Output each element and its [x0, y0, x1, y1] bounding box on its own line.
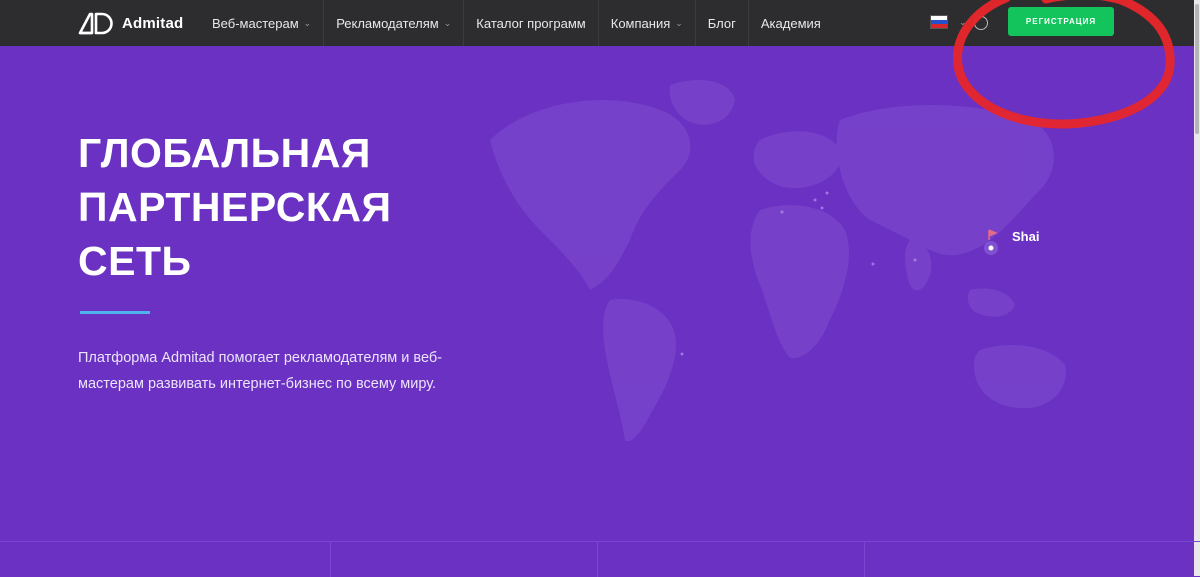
feature-cards-row	[0, 541, 1200, 577]
chevron-down-icon: ⌄	[303, 17, 312, 28]
logo-text: Admitad	[122, 14, 184, 32]
hero-title-line: ПАРТНЕРСКАЯ	[78, 184, 392, 230]
chevron-down-icon: ⌄	[959, 16, 967, 27]
hero-title-line: ГЛОБАЛЬНАЯ	[78, 130, 371, 176]
map-city-label: Shai	[1012, 229, 1040, 244]
feature-card	[0, 542, 331, 577]
accent-divider	[80, 311, 150, 314]
chevron-down-icon: ⌄	[675, 17, 683, 28]
hero-description: Платформа Admitad помогает рекламодателя…	[78, 350, 443, 392]
nav-item-company[interactable]: Компания ⌄	[597, 0, 695, 46]
world-map-illustration	[490, 80, 1066, 442]
scrollbar[interactable]	[1194, 0, 1200, 576]
hero-title-line: СЕТЬ	[78, 238, 192, 284]
admitad-logo-icon	[78, 12, 113, 35]
feature-card	[331, 542, 598, 577]
top-navigation-bar: Admitad Веб-мастерам ⌄ Рекламодателям ⌄ …	[0, 0, 1200, 46]
globe-icon[interactable]	[974, 16, 988, 30]
nav-item-webmasters[interactable]: Веб-мастерам ⌄	[200, 0, 323, 46]
nav-item-advertisers[interactable]: Рекламодателям ⌄	[323, 0, 463, 46]
language-selector[interactable]: ⌄	[930, 15, 967, 29]
register-button[interactable]: РЕГИСТРАЦИЯ	[1008, 7, 1114, 36]
nav-item-catalog[interactable]: Каталог программ	[463, 0, 597, 46]
russia-flag-icon	[930, 15, 948, 29]
nav-item-label: Рекламодателям	[336, 15, 439, 31]
chevron-down-icon: ⌄	[443, 17, 452, 28]
nav-item-label: Каталог программ	[476, 15, 586, 31]
nav-item-label: Веб-мастерам	[212, 15, 299, 31]
nav-item-label: Блог	[707, 15, 736, 31]
feature-card	[598, 542, 865, 577]
feature-card	[865, 542, 1200, 577]
scrollbar-thumb[interactable]	[1195, 4, 1199, 134]
nav-item-academy[interactable]: Академия	[747, 0, 833, 46]
nav-item-label: Академия	[760, 15, 821, 31]
nav-item-blog[interactable]: Блог	[694, 0, 748, 46]
admitad-logo[interactable]: Admitad	[78, 10, 183, 36]
hero-title: ГЛОБАЛЬНАЯ ПАРТНЕРСКАЯ СЕТЬ	[78, 126, 391, 288]
nav-item-label: Компания	[610, 15, 671, 31]
main-nav: Веб-мастерам ⌄ Рекламодателям ⌄ Каталог …	[200, 0, 833, 46]
